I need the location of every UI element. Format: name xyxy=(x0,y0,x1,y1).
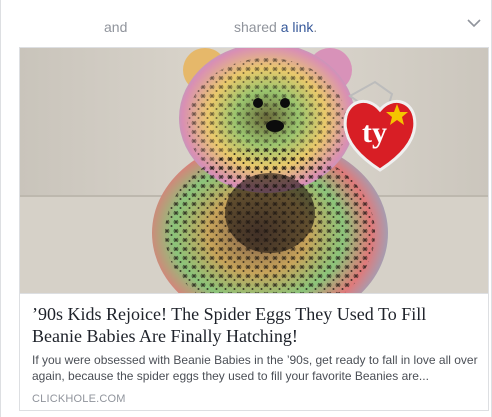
shared-text: shared a link. xyxy=(234,19,317,35)
story-connector: and xyxy=(104,19,128,35)
feed-post: and shared a link. ty ’90s Kids Rejoice!… xyxy=(0,0,492,417)
shared-suffix: . xyxy=(313,19,318,35)
link-domain: CLICKHOLE.COM xyxy=(32,393,126,405)
link-attachment[interactable]: ty ’90s Kids Rejoice! The Spider Eggs Th… xyxy=(19,47,489,411)
chevron-down-icon[interactable] xyxy=(467,18,481,28)
shared-link[interactable]: a link xyxy=(281,19,314,35)
link-title[interactable]: ’90s Kids Rejoice! The Spider Eggs They … xyxy=(32,303,480,347)
beanie-bear-image: ty xyxy=(20,48,488,293)
link-image[interactable]: ty xyxy=(20,48,488,293)
shared-prefix: shared xyxy=(234,19,277,35)
story-header: and shared a link. xyxy=(1,0,492,48)
ty-logo-text: ty xyxy=(362,116,387,149)
link-text-block[interactable]: ’90s Kids Rejoice! The Spider Eggs They … xyxy=(20,293,488,410)
link-description: If you were obsessed with Beanie Babies … xyxy=(32,353,478,383)
